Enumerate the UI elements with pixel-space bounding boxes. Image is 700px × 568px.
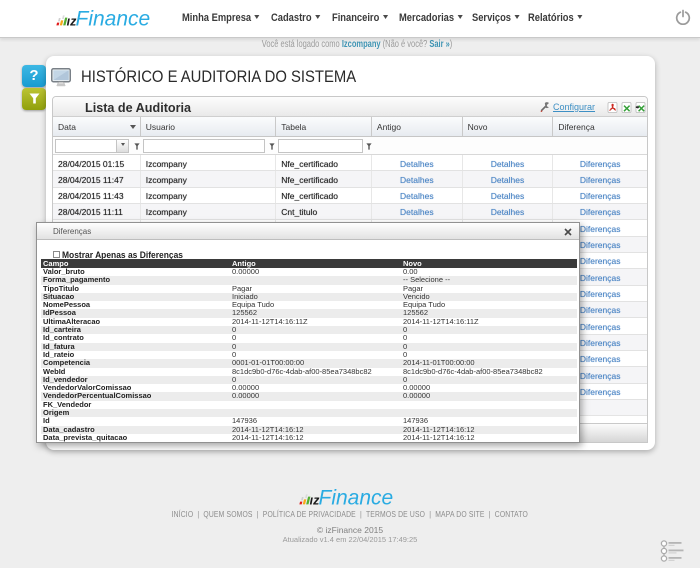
svg-text:Finance: Finance xyxy=(76,7,151,28)
svg-text:Finance: Finance xyxy=(319,486,394,507)
